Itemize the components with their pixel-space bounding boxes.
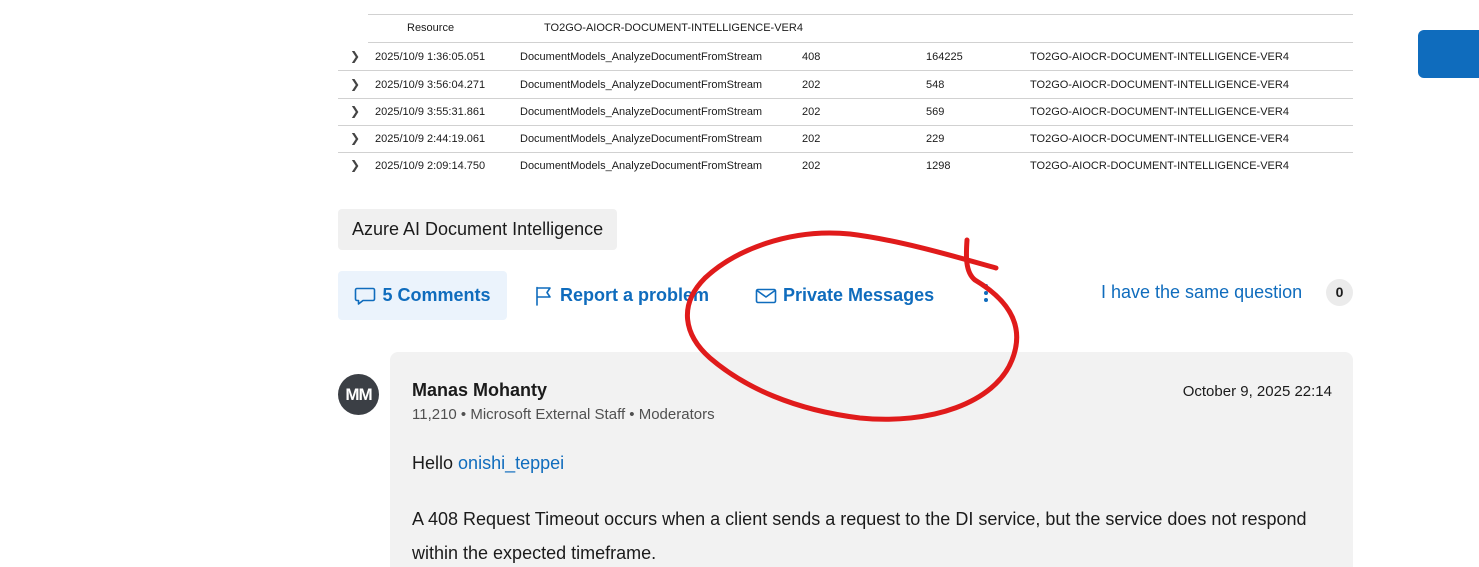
chevron-right-icon[interactable]: ❯ xyxy=(350,158,360,172)
mail-icon xyxy=(755,288,777,303)
same-question-button[interactable]: I have the same question xyxy=(1101,282,1302,303)
comment-author[interactable]: Manas Mohanty xyxy=(412,380,547,401)
log-operation: DocumentModels_AnalyzeDocumentFromStream xyxy=(520,51,763,63)
log-detail-value: TO2GO-AIOCR-DOCUMENT-INTELLIGENCE-VER4 xyxy=(544,22,803,34)
comment-icon xyxy=(355,287,376,305)
log-time: 2025/10/9 3:56:04.271 xyxy=(375,79,486,91)
report-problem-label: Report a problem xyxy=(560,285,710,305)
comment-card: Manas Mohanty 11,210 • Microsoft Externa… xyxy=(390,352,1353,567)
report-problem-button[interactable]: Report a problem xyxy=(534,271,709,320)
same-question-count: 0 xyxy=(1326,279,1353,306)
private-messages-button[interactable]: Private Messages xyxy=(755,271,934,320)
comments-button[interactable]: 5 Comments xyxy=(338,271,507,320)
log-table-row[interactable]: ❯ 2025/10/9 3:56:04.271 DocumentModels_A… xyxy=(338,71,1353,99)
log-resource: TO2GO-AIOCR-DOCUMENT-INTELLIGENCE-VER4 xyxy=(1030,160,1289,172)
log-detail-row: Resource TO2GO-AIOCR-DOCUMENT-INTELLIGEN… xyxy=(368,15,1353,43)
page: DurationMs 317748 Resource TO2GO-AIOCR-D… xyxy=(0,0,1479,567)
log-duration: 164225 xyxy=(926,51,963,63)
side-action-button[interactable] xyxy=(1418,30,1479,78)
chevron-right-icon[interactable]: ❯ xyxy=(350,131,360,145)
log-status-code: 202 xyxy=(802,133,821,145)
comment-author-meta: 11,210 • Microsoft External Staff • Mode… xyxy=(412,406,715,423)
log-table-row[interactable]: ❯ 2025/10/9 2:44:19.061 DocumentModels_A… xyxy=(338,125,1353,153)
chevron-right-icon[interactable]: ❯ xyxy=(350,49,360,63)
chevron-right-icon[interactable]: ❯ xyxy=(350,77,360,91)
more-vertical-icon[interactable] xyxy=(978,281,994,311)
log-time: 2025/10/9 2:44:19.061 xyxy=(375,133,486,145)
log-table-row[interactable]: ❯ 2025/10/9 3:55:31.861 DocumentModels_A… xyxy=(338,98,1353,126)
log-status-code: 202 xyxy=(802,160,821,172)
log-duration: 229 xyxy=(926,133,945,145)
log-operation: DocumentModels_AnalyzeDocumentFromStream xyxy=(520,160,763,172)
log-status-code: 202 xyxy=(802,79,821,91)
user-mention-link[interactable]: onishi_teppei xyxy=(458,453,564,473)
comment-greeting: Hello onishi_teppei xyxy=(412,453,564,474)
comments-label: 5 Comments xyxy=(382,285,491,305)
log-operation: DocumentModels_AnalyzeDocumentFromStream xyxy=(520,133,763,145)
tag-azure-ai-document-intelligence[interactable]: Azure AI Document Intelligence xyxy=(338,209,618,250)
log-time: 2025/10/9 2:09:14.750 xyxy=(375,160,486,172)
log-duration: 569 xyxy=(926,106,945,118)
log-duration: 1298 xyxy=(926,160,951,172)
log-detail-row: DurationMs 317748 xyxy=(368,0,1353,15)
comment-date: October 9, 2025 22:14 xyxy=(1182,383,1332,400)
log-time: 2025/10/9 1:36:05.051 xyxy=(375,51,486,63)
log-status-code: 408 xyxy=(802,51,821,63)
log-resource: TO2GO-AIOCR-DOCUMENT-INTELLIGENCE-VER4 xyxy=(1030,133,1289,145)
private-messages-label: Private Messages xyxy=(783,285,935,305)
log-detail-key: Resource xyxy=(407,22,455,34)
flag-icon xyxy=(536,286,551,306)
chevron-right-icon[interactable]: ❯ xyxy=(350,104,360,118)
log-operation: DocumentModels_AnalyzeDocumentFromStream xyxy=(520,106,763,118)
log-resource: TO2GO-AIOCR-DOCUMENT-INTELLIGENCE-VER4 xyxy=(1030,79,1289,91)
avatar[interactable]: MM xyxy=(338,374,379,415)
greeting-text: Hello xyxy=(412,453,454,473)
log-time: 2025/10/9 3:55:31.861 xyxy=(375,106,486,118)
comment-body: A 408 Request Timeout occurs when a clie… xyxy=(412,509,1307,563)
log-status-code: 202 xyxy=(802,106,821,118)
log-operation: DocumentModels_AnalyzeDocumentFromStream xyxy=(520,79,763,91)
log-resource: TO2GO-AIOCR-DOCUMENT-INTELLIGENCE-VER4 xyxy=(1030,106,1289,118)
log-duration: 548 xyxy=(926,79,945,91)
log-table-row[interactable]: ❯ 2025/10/9 2:09:14.750 DocumentModels_A… xyxy=(338,152,1353,179)
log-detail-value: 317748 xyxy=(544,0,581,1)
log-resource: TO2GO-AIOCR-DOCUMENT-INTELLIGENCE-VER4 xyxy=(1030,51,1289,63)
log-table-row[interactable]: ❯ 2025/10/9 1:36:05.051 DocumentModels_A… xyxy=(338,43,1353,71)
log-detail-key: DurationMs xyxy=(407,0,463,1)
